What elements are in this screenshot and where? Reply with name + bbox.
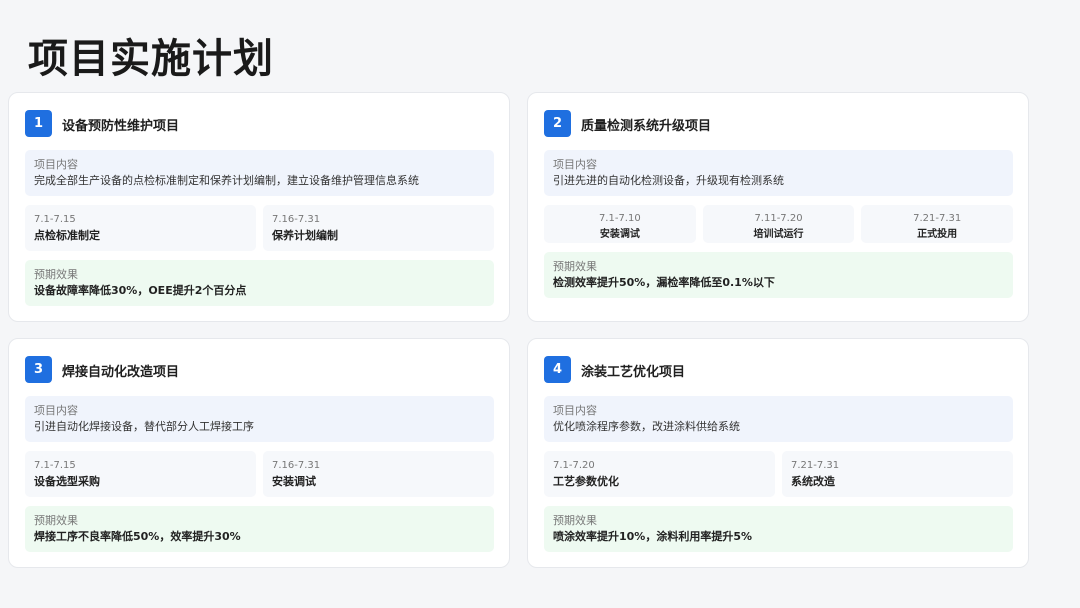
schedule-date: 7.1-7.15 bbox=[34, 214, 76, 225]
schedule-task: 正式投用 bbox=[917, 229, 958, 240]
project-content-box: 项目内容 引进先进的自动化检测设备，升级现有检测系统 bbox=[544, 150, 1013, 196]
schedule-date: 7.1-7.20 bbox=[553, 460, 595, 471]
content-text: 完成全部生产设备的点检标准制定和保养计划编制，建立设备维护管理信息系统 bbox=[34, 174, 419, 187]
effect-text: 设备故障率降低30%，OEE提升2个百分点 bbox=[34, 284, 247, 297]
project-number-badge: 1 bbox=[25, 110, 52, 137]
content-label: 项目内容 bbox=[553, 404, 597, 417]
content-label: 项目内容 bbox=[34, 404, 78, 417]
content-label: 项目内容 bbox=[34, 158, 78, 171]
project-title: 焊接自动化改造项目 bbox=[62, 365, 180, 380]
schedule-date: 7.21-7.31 bbox=[913, 213, 962, 224]
schedule-task: 安装调试 bbox=[599, 229, 640, 240]
schedule-date: 7.16-7.31 bbox=[272, 460, 321, 471]
page-title: 项目实施计划 bbox=[28, 36, 274, 82]
project-content-box: 项目内容 引进自动化焊接设备，替代部分人工焊接工序 bbox=[25, 396, 494, 442]
schedule-task: 工艺参数优化 bbox=[553, 475, 619, 488]
schedule-row: 7.1-7.15 点检标准制定 7.16-7.31 保养计划编制 bbox=[25, 205, 494, 251]
schedule-item: 7.16-7.31 安装调试 bbox=[263, 451, 494, 497]
schedule-row: 7.1-7.10 安装调试 7.11-7.20 培训试运行 7.21-7.31 … bbox=[544, 205, 1014, 243]
effect-text: 检测效率提升50%，漏检率降低至0.1%以下 bbox=[553, 276, 775, 289]
project-content-box: 项目内容 优化喷涂程序参数，改进涂料供给系统 bbox=[544, 396, 1013, 442]
schedule-item: 7.21-7.31 系统改造 bbox=[782, 451, 1013, 497]
effect-label: 预期效果 bbox=[34, 268, 78, 281]
expected-effect-box: 预期效果 喷涂效率提升10%，涂料利用率提升5% bbox=[544, 506, 1013, 552]
schedule-item: 7.1-7.15 设备选型采购 bbox=[25, 451, 256, 497]
schedule-task: 系统改造 bbox=[791, 475, 835, 488]
project-title: 涂装工艺优化项目 bbox=[581, 365, 686, 380]
schedule-item: 7.1-7.10 安装调试 bbox=[544, 205, 696, 243]
project-number-badge: 2 bbox=[544, 110, 571, 137]
schedule-task: 培训试运行 bbox=[753, 229, 804, 240]
expected-effect-box: 预期效果 焊接工序不良率降低50%，效率提升30% bbox=[25, 506, 494, 552]
schedule-row: 7.1-7.20 工艺参数优化 7.21-7.31 系统改造 bbox=[544, 451, 1013, 497]
schedule-date: 7.11-7.20 bbox=[754, 213, 803, 224]
effect-text: 焊接工序不良率降低50%，效率提升30% bbox=[34, 530, 241, 543]
schedule-task: 保养计划编制 bbox=[272, 229, 338, 242]
project-number-badge: 4 bbox=[544, 356, 571, 383]
effect-label: 预期效果 bbox=[553, 260, 597, 273]
content-label: 项目内容 bbox=[553, 158, 597, 171]
schedule-task: 设备选型采购 bbox=[34, 475, 100, 488]
content-text: 引进先进的自动化检测设备，升级现有检测系统 bbox=[553, 174, 784, 187]
schedule-item: 7.1-7.20 工艺参数优化 bbox=[544, 451, 775, 497]
project-content-box: 项目内容 完成全部生产设备的点检标准制定和保养计划编制，建立设备维护管理信息系统 bbox=[25, 150, 494, 196]
schedule-date: 7.16-7.31 bbox=[272, 214, 321, 225]
project-card-3: 3 焊接自动化改造项目 项目内容 引进自动化焊接设备，替代部分人工焊接工序 7.… bbox=[8, 338, 510, 568]
project-title: 质量检测系统升级项目 bbox=[581, 119, 712, 134]
expected-effect-box: 预期效果 检测效率提升50%，漏检率降低至0.1%以下 bbox=[544, 252, 1013, 298]
effect-text: 喷涂效率提升10%，涂料利用率提升5% bbox=[553, 530, 753, 543]
project-title: 设备预防性维护项目 bbox=[62, 119, 180, 134]
content-text: 引进自动化焊接设备，替代部分人工焊接工序 bbox=[34, 420, 254, 433]
project-card-2: 2 质量检测系统升级项目 项目内容 引进先进的自动化检测设备，升级现有检测系统 … bbox=[527, 92, 1029, 322]
schedule-date: 7.1-7.10 bbox=[598, 213, 641, 224]
effect-label: 预期效果 bbox=[34, 514, 78, 527]
schedule-date: 7.21-7.31 bbox=[791, 460, 840, 471]
project-card-4: 4 涂装工艺优化项目 项目内容 优化喷涂程序参数，改进涂料供给系统 7.1-7.… bbox=[527, 338, 1029, 568]
schedule-item: 7.11-7.20 培训试运行 bbox=[702, 205, 855, 243]
effect-label: 预期效果 bbox=[553, 514, 597, 527]
content-text: 优化喷涂程序参数，改进涂料供给系统 bbox=[553, 420, 740, 433]
project-card-1: 1 设备预防性维护项目 项目内容 完成全部生产设备的点检标准制定和保养计划编制，… bbox=[8, 92, 510, 322]
project-number-badge: 3 bbox=[25, 356, 52, 383]
schedule-item: 7.16-7.31 保养计划编制 bbox=[263, 205, 494, 251]
schedule-task: 安装调试 bbox=[272, 475, 316, 488]
schedule-date: 7.1-7.15 bbox=[34, 460, 76, 471]
schedule-row: 7.1-7.15 设备选型采购 7.16-7.31 安装调试 bbox=[25, 451, 494, 497]
schedule-item: 7.1-7.15 点检标准制定 bbox=[25, 205, 256, 251]
schedule-task: 点检标准制定 bbox=[34, 229, 100, 242]
expected-effect-box: 预期效果 设备故障率降低30%，OEE提升2个百分点 bbox=[25, 260, 494, 306]
schedule-item: 7.21-7.31 正式投用 bbox=[861, 205, 1014, 243]
